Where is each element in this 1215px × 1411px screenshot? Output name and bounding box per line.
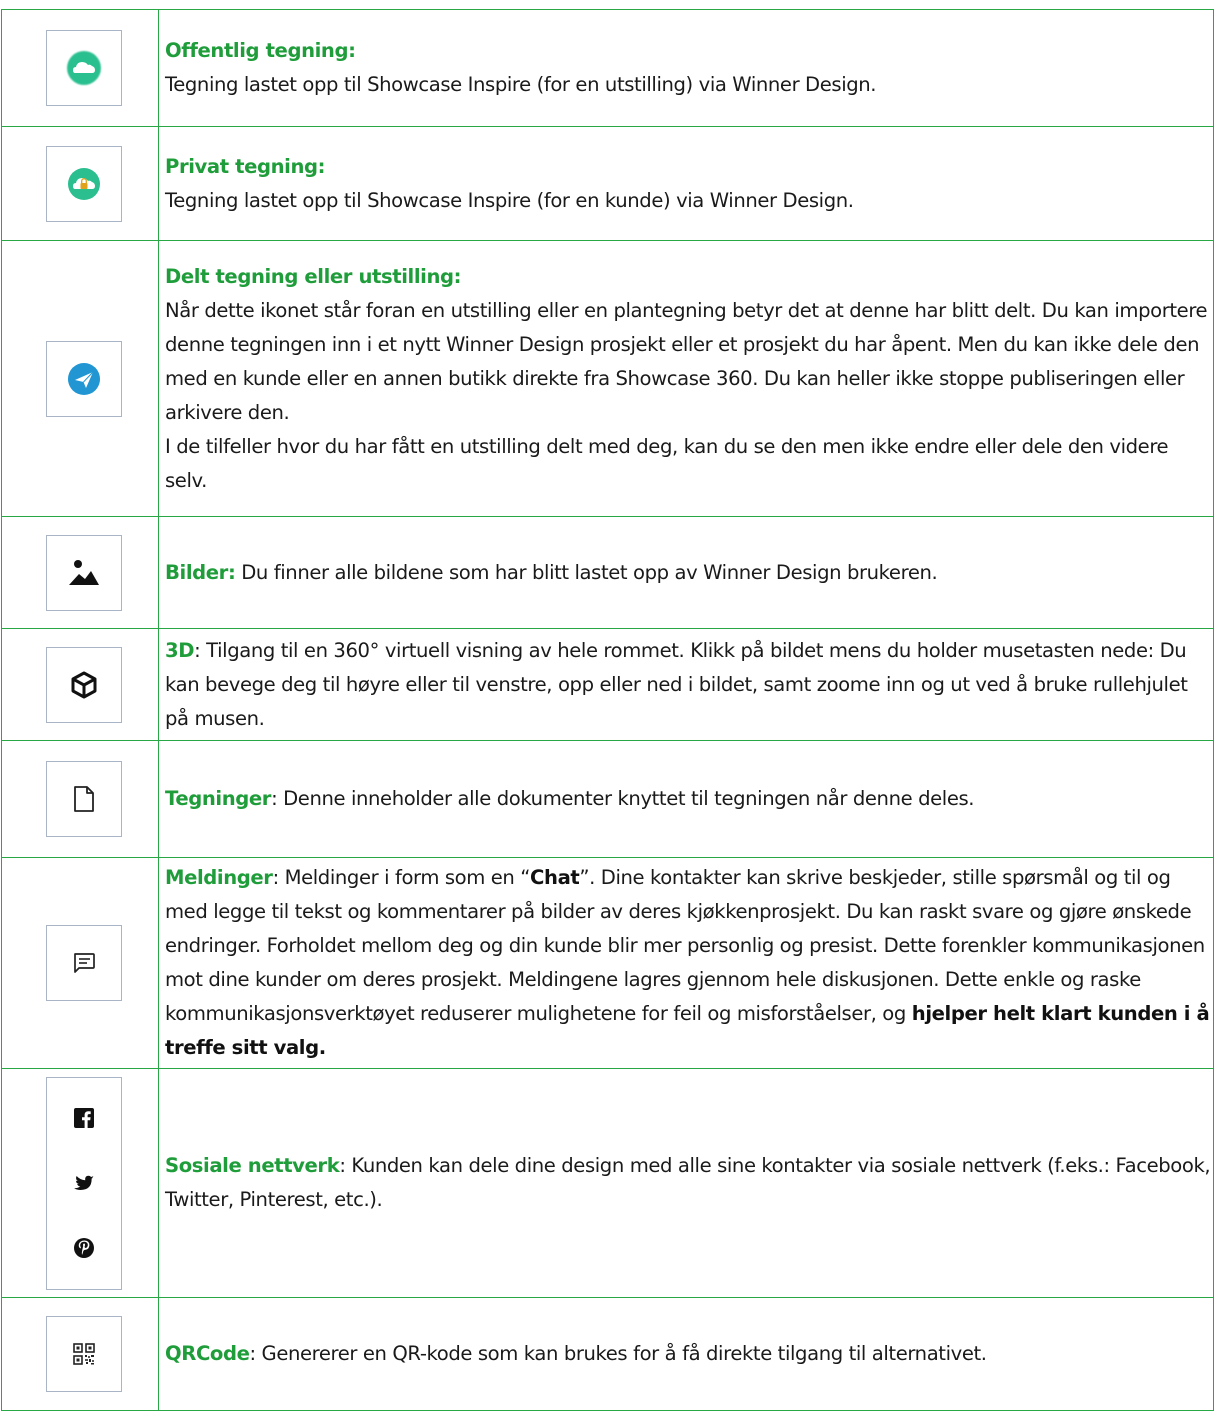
qr-code-icon xyxy=(46,1316,122,1392)
row-title: Delt tegning eller utstilling: xyxy=(165,264,462,288)
legend-row-messages: Meldinger: Meldinger i form som en “Chat… xyxy=(1,857,1214,1069)
legend-row-qrcode: QRCode: Genererer en QR-kode som kan bru… xyxy=(1,1297,1214,1411)
image-icon xyxy=(46,534,122,611)
row-title: Meldinger xyxy=(165,866,273,889)
document-icon xyxy=(46,761,122,837)
row-title: QRCode xyxy=(165,1342,250,1365)
row-description: Når dette ikonet står foran en utstillin… xyxy=(165,298,1208,424)
row-title: Privat tegning: xyxy=(165,154,326,178)
cube-icon xyxy=(46,646,122,723)
legend-row-private-drawing: Privat tegning: Tegning lastet opp til S… xyxy=(1,126,1214,241)
row-title: Tegninger xyxy=(165,787,272,810)
row-description: Tegning lastet opp til Showcase Inspire … xyxy=(165,73,877,96)
row-title: 3D xyxy=(165,638,195,662)
legend-row-drawings: Tegninger: Denne inneholder alle dokumen… xyxy=(1,740,1214,858)
row-description: : Denne inneholder alle dokumenter knytt… xyxy=(271,787,975,810)
chat-bold: Chat xyxy=(530,866,580,889)
pinterest-icon xyxy=(74,1237,94,1258)
row-title: Bilder: xyxy=(165,560,236,584)
legend-row-social: Sosiale nettverk: Kunden kan dele dine d… xyxy=(1,1068,1214,1298)
cloud-icon xyxy=(46,30,122,106)
row-description: Meldinger: Meldinger i form som en “Chat… xyxy=(165,866,1210,1059)
facebook-icon xyxy=(74,1108,94,1129)
row-description: Tegning lastet opp til Showcase Inspire … xyxy=(165,188,854,212)
legend-row-3d: 3D: Tilgang til en 360° virtuell visning… xyxy=(1,628,1214,741)
row-description: : Tilgang til en 360° virtuell visning a… xyxy=(165,638,1188,730)
row-title: Sosiale nettverk xyxy=(165,1154,340,1177)
message-icon xyxy=(46,925,122,1001)
row-description: : Genererer en QR-kode som kan brukes fo… xyxy=(249,1342,987,1365)
icon-legend-table: Offentlig tegning: Tegning lastet opp ti… xyxy=(1,9,1214,1411)
twitter-icon xyxy=(73,1175,94,1191)
row-description: Du finner alle bildene som har blitt las… xyxy=(235,560,938,584)
legend-row-images: Bilder: Du finner alle bildene som har b… xyxy=(1,516,1214,629)
row-title: Offentlig tegning: xyxy=(165,39,356,62)
legend-row-shared-drawing: Delt tegning eller utstilling: Når dette… xyxy=(1,240,1214,517)
paper-plane-icon xyxy=(46,340,122,417)
social-icons-box xyxy=(46,1076,122,1290)
legend-row-public-drawing: Offentlig tegning: Tegning lastet opp ti… xyxy=(1,9,1214,127)
row-description-2: I de tilfeller hvor du har fått en utsti… xyxy=(165,434,1169,492)
cloud-lock-icon xyxy=(46,145,122,222)
